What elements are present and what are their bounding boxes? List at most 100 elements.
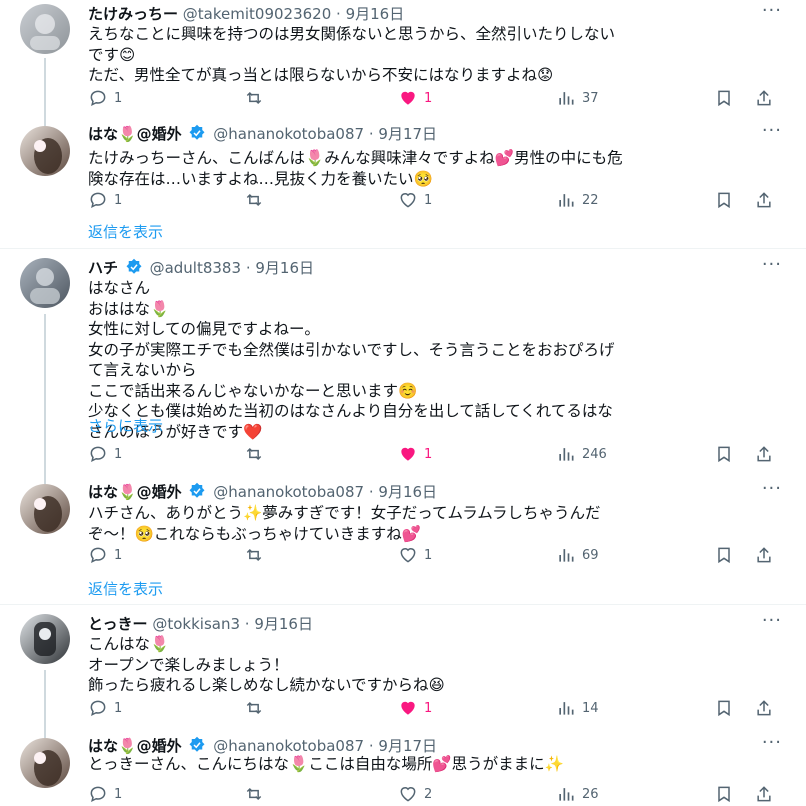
like-button[interactable]: 1 [398,86,432,110]
display-name[interactable]: とっきー [88,615,148,633]
tweet-date[interactable]: 9月16日 [346,5,405,23]
display-name[interactable]: はな🌷@婚外 [88,483,182,501]
like-button[interactable]: 1 [398,696,432,720]
show-replies-link[interactable]: 返信を表示 [88,578,163,599]
action-bar: 1 1 246 [88,442,788,466]
views-button[interactable]: 37 [556,86,599,110]
reply-count: 1 [114,90,123,106]
tweet-header: とっきー @tokkisan3 · 9月16日 [88,615,313,633]
tweet-text: たけみっちーさん、こんばんは🌷みんな興味津々ですよね💕男性の中にも危 険な存在は… [88,148,782,189]
like-count: 1 [424,192,433,208]
reply-button[interactable]: 1 [88,86,122,110]
reply-button[interactable]: 1 [88,782,122,806]
tweet-line: さんのほうが好きです❤️ [88,422,263,441]
retweet-button[interactable] [244,442,270,466]
show-more-link[interactable]: さらに表示 [88,415,163,436]
views-icon [559,788,574,801]
avatar[interactable] [20,738,70,788]
reply-button[interactable]: 1 [88,696,122,720]
like-button[interactable]: 2 [398,782,432,806]
avatar[interactable] [20,126,70,176]
tweet-line: えちなことに興味を持つのは男女関係ないと思うから、全然引いたりしない [88,25,616,43]
tweet-text: ハチさん、ありがとう✨夢みすぎです！女子だってムラムラしちゃうんだ ぞ〜！🥺これ… [88,503,782,544]
reply-button[interactable]: 1 [88,188,122,212]
retweet-button[interactable] [244,188,270,212]
like-button[interactable]: 1 [398,442,432,466]
more-options-icon[interactable]: ··· [762,120,782,141]
tweet-date[interactable]: 9月16日 [254,615,313,633]
view-count: 69 [582,547,599,563]
views-button[interactable]: 22 [556,188,599,212]
display-name[interactable]: たけみっちー [88,5,178,23]
share-button[interactable] [754,696,780,720]
bookmark-button[interactable] [714,782,740,806]
tweet-hana-reply-3[interactable]: はな🌷@婚外 @hananokotoba087 · 9月17日 ··· とっきー… [0,732,806,806]
views-icon [559,549,574,562]
retweet-button[interactable] [244,86,270,110]
views-button[interactable]: 26 [556,782,599,806]
tweet-takemit[interactable]: たけみっちー @takemit09023620 · 9月16日 ··· えちなこ… [0,0,806,120]
tweet-header: はな🌷@婚外 @hananokotoba087 · 9月17日 [88,124,438,143]
user-handle[interactable]: @hananokotoba087 [213,483,364,501]
display-name[interactable]: ハチ [88,259,118,277]
tweet-hana-reply-2[interactable]: はな🌷@婚外 @hananokotoba087 · 9月16日 ··· ハチさん… [0,478,806,604]
more-options-icon[interactable]: ··· [762,254,782,275]
reply-icon [90,192,106,209]
bookmark-icon [718,90,730,107]
retweet-button[interactable] [244,696,270,720]
like-button[interactable]: 1 [398,543,432,567]
more-options-icon[interactable]: ··· [762,732,782,753]
tweet-line: 険な存在は…いますよね…見抜く力を養いたい🥺 [88,169,433,188]
views-icon [559,448,574,461]
tweet-hana-reply-1[interactable]: はな🌷@婚外 @hananokotoba087 · 9月17日 ··· たけみっ… [0,120,806,248]
tweet-tokki[interactable]: とっきー @tokkisan3 · 9月16日 ··· こんはな🌷 オープンで楽… [0,610,806,734]
views-button[interactable]: 246 [556,442,607,466]
more-options-icon[interactable]: ··· [762,0,782,21]
avatar[interactable] [20,614,70,664]
tweet-date[interactable]: 9月17日 [378,125,437,143]
more-options-icon[interactable]: ··· [762,610,782,631]
tweet-date[interactable]: 9月16日 [255,259,314,277]
views-button[interactable]: 69 [556,543,599,567]
more-options-icon[interactable]: ··· [762,478,782,499]
tweet-line: オープンで楽しみましょう！ [88,655,289,674]
view-count: 14 [582,700,599,716]
tweet-hachi[interactable]: ハチ @adult8383 · 9月16日 ··· はなさん おははな🌷 女性に… [0,254,806,480]
bookmark-button[interactable] [714,442,740,466]
tweet-text: はなさん おははな🌷 女性に対しての偏見ですよねー。 女の子が実際エチでも全然僕… [88,278,782,442]
tweet-line: こんはな🌷 [88,635,170,653]
show-replies-link[interactable]: 返信を表示 [88,221,163,242]
retweet-button[interactable] [244,543,270,567]
share-icon [757,446,771,462]
tweet-line: です😊 [88,45,136,64]
display-name[interactable]: はな🌷@婚外 [88,125,182,143]
bookmark-button[interactable] [714,696,740,720]
share-button[interactable] [754,442,780,466]
share-button[interactable] [754,543,780,567]
bookmark-button[interactable] [714,188,740,212]
share-button[interactable] [754,86,780,110]
bookmark-button[interactable] [714,543,740,567]
view-count: 246 [582,446,607,462]
share-button[interactable] [754,782,780,806]
like-button[interactable]: 1 [398,188,432,212]
tweet-date[interactable]: 9月16日 [378,483,437,501]
reply-button[interactable]: 1 [88,442,122,466]
user-handle[interactable]: @tokkisan3 [152,615,240,633]
bookmark-button[interactable] [714,86,740,110]
avatar[interactable] [20,484,70,534]
user-handle[interactable]: @hananokotoba087 [213,737,364,755]
avatar[interactable] [20,4,70,54]
display-name[interactable]: はな🌷@婚外 [88,737,182,755]
avatar[interactable] [20,258,70,308]
user-handle[interactable]: @takemit09023620 [183,5,331,23]
reply-button[interactable]: 1 [88,543,122,567]
views-button[interactable]: 14 [556,696,599,720]
user-handle[interactable]: @adult8383 [150,259,241,277]
retweet-button[interactable] [244,782,270,806]
view-count: 22 [582,192,599,208]
bookmark-icon [718,786,730,803]
tweet-date[interactable]: 9月17日 [378,737,437,755]
user-handle[interactable]: @hananokotoba087 [213,125,364,143]
share-button[interactable] [754,188,780,212]
